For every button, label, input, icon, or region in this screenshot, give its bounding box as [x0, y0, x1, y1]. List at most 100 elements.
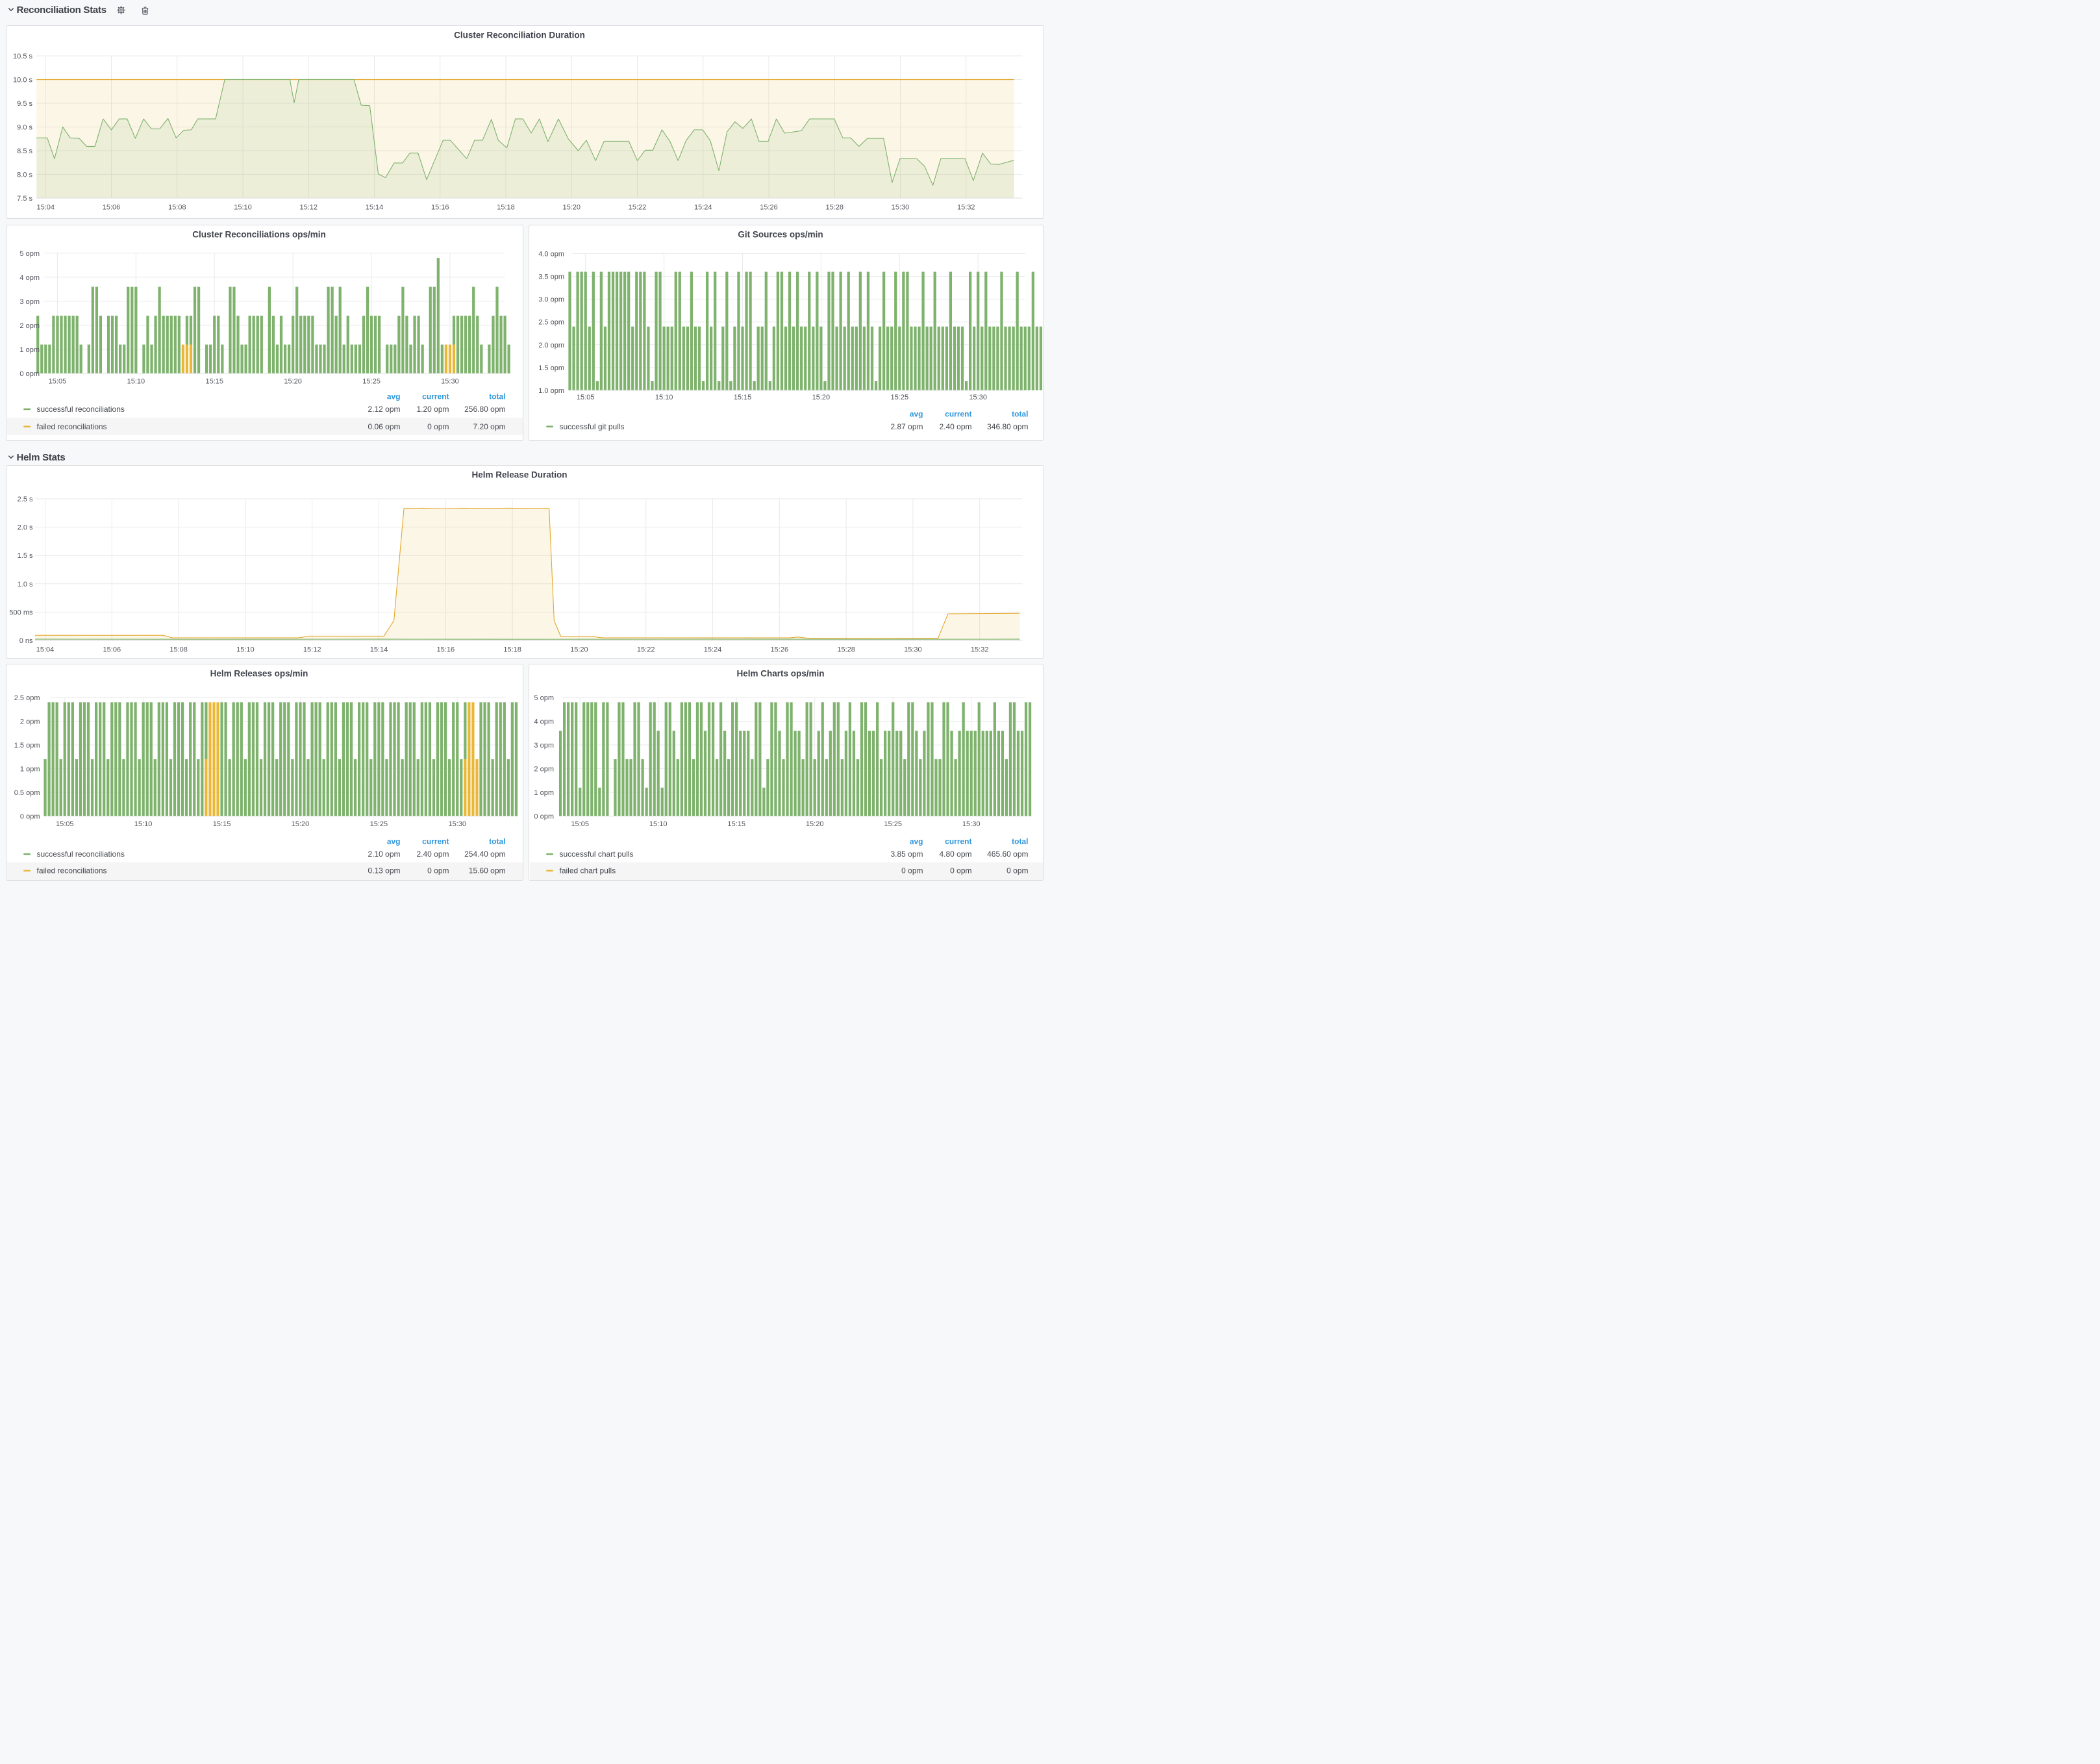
svg-text:15:04: 15:04	[36, 646, 54, 654]
svg-text:15:14: 15:14	[365, 204, 383, 212]
svg-text:2.12 opm: 2.12 opm	[368, 405, 400, 414]
svg-text:0.5 opm: 0.5 opm	[14, 789, 40, 797]
svg-text:avg: avg	[910, 409, 923, 418]
svg-text:successful reconciliations: successful reconciliations	[36, 405, 124, 414]
svg-text:15:30: 15:30	[962, 820, 981, 828]
svg-text:10.5 s: 10.5 s	[13, 53, 32, 60]
svg-text:15:32: 15:32	[970, 646, 988, 654]
svg-text:4.80 opm: 4.80 opm	[940, 850, 972, 859]
svg-text:4 opm: 4 opm	[19, 274, 40, 282]
svg-text:8.0 s: 8.0 s	[17, 171, 32, 179]
svg-text:15:22: 15:22	[636, 646, 655, 654]
svg-text:15:05: 15:05	[55, 820, 73, 828]
svg-text:15:25: 15:25	[362, 378, 381, 386]
svg-text:0 opm: 0 opm	[19, 370, 40, 378]
svg-text:15:06: 15:06	[102, 204, 120, 212]
svg-text:1.5 s: 1.5 s	[17, 552, 32, 560]
svg-text:8.5 s: 8.5 s	[17, 147, 32, 155]
svg-text:current: current	[945, 409, 971, 418]
svg-text:15:18: 15:18	[503, 646, 521, 654]
svg-text:0 ns: 0 ns	[19, 637, 32, 645]
svg-text:5 opm: 5 opm	[534, 694, 555, 702]
svg-text:successful reconciliations: successful reconciliations	[36, 850, 124, 859]
svg-text:15:28: 15:28	[825, 204, 844, 212]
svg-text:avg: avg	[386, 837, 400, 846]
svg-text:15:32: 15:32	[956, 204, 975, 212]
svg-text:15:10: 15:10	[236, 646, 255, 654]
svg-text:0.06 opm: 0.06 opm	[368, 422, 400, 431]
svg-text:15:25: 15:25	[891, 394, 909, 401]
svg-text:3 opm: 3 opm	[19, 298, 40, 306]
svg-text:465.60 opm: 465.60 opm	[987, 850, 1028, 859]
svg-text:254.40 opm: 254.40 opm	[464, 850, 505, 859]
svg-text:total: total	[1012, 409, 1028, 418]
svg-text:avg: avg	[386, 392, 400, 401]
svg-text:current: current	[422, 837, 449, 846]
svg-text:Helm Release Duration: Helm Release Duration	[471, 470, 567, 480]
svg-text:15.60 opm: 15.60 opm	[468, 866, 505, 876]
svg-text:failed chart pulls: failed chart pulls	[560, 866, 616, 876]
svg-text:0 opm: 0 opm	[19, 813, 40, 821]
svg-text:0 opm: 0 opm	[427, 422, 449, 431]
svg-text:2.10 opm: 2.10 opm	[368, 850, 400, 859]
svg-text:2.5 s: 2.5 s	[17, 496, 32, 503]
svg-text:15:10: 15:10	[134, 820, 152, 828]
svg-text:5 opm: 5 opm	[19, 250, 40, 258]
svg-text:15:20: 15:20	[806, 820, 824, 828]
svg-text:15:14: 15:14	[369, 646, 388, 654]
svg-text:15:06: 15:06	[103, 646, 121, 654]
svg-text:15:25: 15:25	[369, 820, 388, 828]
svg-text:0 opm: 0 opm	[901, 866, 923, 876]
svg-text:15:04: 15:04	[36, 204, 55, 212]
svg-text:total: total	[1012, 837, 1028, 846]
svg-text:15:10: 15:10	[127, 378, 145, 386]
svg-text:Helm Charts ops/min: Helm Charts ops/min	[737, 669, 825, 679]
svg-text:15:26: 15:26	[760, 204, 778, 212]
svg-text:15:05: 15:05	[571, 820, 590, 828]
svg-text:1.5 opm: 1.5 opm	[14, 742, 40, 750]
svg-text:1.20 opm: 1.20 opm	[416, 405, 449, 414]
svg-text:1.0 s: 1.0 s	[17, 581, 32, 588]
svg-text:15:10: 15:10	[649, 820, 668, 828]
svg-text:15:28: 15:28	[837, 646, 855, 654]
svg-text:9.5 s: 9.5 s	[17, 100, 32, 108]
svg-text:15:24: 15:24	[694, 204, 712, 212]
svg-text:15:30: 15:30	[448, 820, 466, 828]
svg-text:1 opm: 1 opm	[19, 766, 40, 774]
svg-text:346.80 opm: 346.80 opm	[987, 422, 1028, 431]
svg-text:Cluster Reconciliations ops/mi: Cluster Reconciliations ops/min	[192, 230, 326, 240]
svg-text:Helm Releases ops/min: Helm Releases ops/min	[210, 669, 308, 679]
svg-text:15:16: 15:16	[436, 646, 455, 654]
svg-text:15:20: 15:20	[291, 820, 309, 828]
svg-text:500 ms: 500 ms	[9, 609, 33, 616]
svg-text:current: current	[945, 837, 971, 846]
svg-text:successful chart pulls: successful chart pulls	[560, 850, 634, 859]
svg-text:0 opm: 0 opm	[534, 813, 555, 821]
svg-text:15:15: 15:15	[734, 394, 752, 401]
svg-text:2.87 opm: 2.87 opm	[891, 422, 923, 431]
svg-text:2 opm: 2 opm	[19, 322, 40, 330]
svg-text:15:05: 15:05	[577, 394, 595, 401]
svg-text:15:15: 15:15	[212, 820, 231, 828]
svg-text:15:30: 15:30	[891, 204, 909, 212]
svg-text:0 opm: 0 opm	[950, 866, 971, 876]
svg-text:9.0 s: 9.0 s	[17, 124, 32, 132]
svg-text:avg: avg	[910, 837, 923, 846]
svg-text:Cluster Reconciliation Duratio: Cluster Reconciliation Duration	[454, 31, 585, 40]
svg-text:15:22: 15:22	[628, 204, 646, 212]
svg-text:2.0 opm: 2.0 opm	[539, 342, 565, 349]
svg-text:15:15: 15:15	[728, 820, 746, 828]
svg-text:1.0 opm: 1.0 opm	[539, 387, 565, 395]
svg-text:15:10: 15:10	[234, 204, 252, 212]
svg-text:15:20: 15:20	[284, 378, 302, 386]
svg-text:failed reconciliations: failed reconciliations	[36, 866, 106, 876]
svg-text:15:05: 15:05	[48, 378, 66, 386]
svg-text:2.5 opm: 2.5 opm	[539, 319, 565, 327]
svg-text:2.0 s: 2.0 s	[17, 524, 32, 532]
svg-text:successful git pulls: successful git pulls	[560, 422, 625, 431]
svg-text:1 opm: 1 opm	[534, 789, 555, 797]
svg-text:current: current	[422, 392, 449, 401]
svg-text:0 opm: 0 opm	[427, 866, 449, 876]
svg-text:15:10: 15:10	[655, 394, 673, 401]
svg-text:2.40 opm: 2.40 opm	[416, 850, 449, 859]
